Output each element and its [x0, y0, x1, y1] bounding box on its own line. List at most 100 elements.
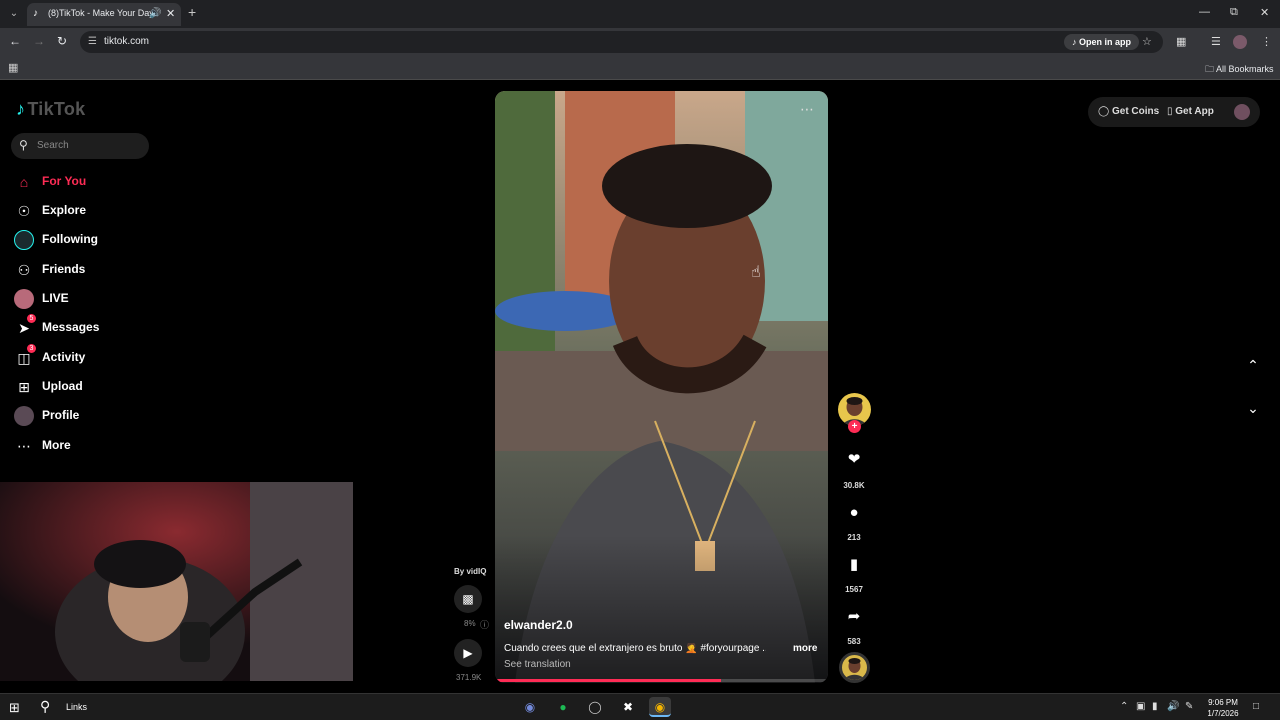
- user-avatar[interactable]: [1234, 104, 1250, 120]
- clock-date: 1/7/2026: [1207, 709, 1239, 718]
- windows-start-icon[interactable]: ⊞: [9, 700, 20, 716]
- reload-icon[interactable]: ↻: [57, 34, 67, 48]
- nav-for-you[interactable]: ⌂ For You: [14, 169, 174, 193]
- discord-icon[interactable]: ◉: [519, 697, 541, 717]
- get-coins-button[interactable]: ◯ Get Coins: [1098, 106, 1159, 117]
- webcam-overlay: [0, 482, 353, 681]
- tiktok-note-icon: ♪: [1072, 37, 1080, 47]
- spotify-icon[interactable]: ●: [552, 697, 574, 717]
- microphone-icon[interactable]: ▮: [1152, 701, 1158, 712]
- vidiq-stats-button[interactable]: ▩: [454, 585, 482, 613]
- nav-label: Upload: [42, 379, 83, 393]
- tray-chevron-up-icon[interactable]: ⌃: [1120, 701, 1128, 712]
- site-info-icon[interactable]: ☰: [88, 36, 97, 47]
- nav-friends[interactable]: ⚇ Friends: [14, 257, 174, 281]
- following-avatar: [14, 230, 34, 250]
- video-frame: [495, 91, 828, 683]
- tab-audio-icon[interactable]: 🔊: [149, 8, 161, 19]
- previous-video-chevron-up-icon[interactable]: ⌃: [1243, 355, 1263, 375]
- all-bookmarks-label: All Bookmarks: [1216, 64, 1274, 74]
- upload-icon: ⊞: [18, 379, 30, 395]
- nav-profile[interactable]: Profile: [14, 403, 174, 427]
- all-bookmarks[interactable]: 🗀 All Bookmarks: [1205, 62, 1274, 78]
- video-caption: Cuando crees que el extranjero es bruto …: [504, 643, 766, 654]
- nav-messages[interactable]: ➤ 5 Messages: [14, 314, 174, 339]
- new-tab-button[interactable]: +: [188, 5, 196, 19]
- see-translation-link[interactable]: See translation: [504, 659, 571, 670]
- activity-badge: 3: [27, 344, 36, 353]
- tab-close-icon[interactable]: ✕: [166, 7, 175, 20]
- browser-menu-icon[interactable]: ⋮: [1261, 35, 1272, 48]
- taskbar-search-icon[interactable]: ⚲: [40, 698, 50, 715]
- header-actions: ◯ Get Coins ▯ Get App: [1088, 97, 1260, 127]
- search-placeholder: Search: [37, 140, 69, 151]
- bar-chart-icon: ▩: [462, 592, 474, 606]
- info-icon[interactable]: ⓘ: [480, 618, 489, 631]
- video-author[interactable]: elwander2.0: [504, 618, 573, 632]
- folder-icon: 🗀: [1205, 64, 1217, 74]
- tiktok-favicon-icon: ♪: [33, 8, 38, 19]
- save-count: 1567: [845, 585, 863, 594]
- address-bar[interactable]: ☰ tiktok.com ♪ Open in app ☆: [80, 31, 1163, 53]
- logo-text: TikTok: [27, 99, 86, 119]
- video-progress-track[interactable]: [495, 679, 828, 682]
- nav-more[interactable]: ⋯ More: [14, 433, 174, 457]
- open-in-app-button[interactable]: ♪ Open in app: [1064, 34, 1140, 50]
- extensions-icon[interactable]: ▦: [1176, 35, 1186, 48]
- bookmark-star-icon[interactable]: ☆: [1142, 35, 1152, 48]
- nav-explore[interactable]: ☉ Explore: [14, 198, 174, 222]
- get-app-label: Get App: [1175, 106, 1214, 117]
- forward-icon[interactable]: →: [33, 34, 45, 48]
- taskbar-clock[interactable]: 9:06 PM 1/7/2026: [1200, 697, 1246, 719]
- share-arrow-icon[interactable]: ➦: [840, 603, 868, 631]
- vidiq-views: 371.9K: [456, 673, 482, 682]
- search-input[interactable]: ⚲ Search: [11, 133, 149, 159]
- volume-icon[interactable]: 🔊: [1167, 701, 1179, 712]
- taskbar-links[interactable]: Links: [66, 702, 87, 712]
- video-more-icon[interactable]: ⋯: [800, 101, 815, 118]
- tiktok-page: ♪ TikTok ⚲ Search ⌂ For You ☉ Explore Fol…: [0, 80, 1280, 693]
- like-heart-icon[interactable]: ❤: [840, 446, 868, 474]
- open-in-app-label: Open in app: [1079, 37, 1132, 47]
- minimize-icon[interactable]: —: [1199, 6, 1210, 18]
- messages-badge: 5: [27, 314, 36, 323]
- back-icon[interactable]: ←: [9, 34, 21, 48]
- nav-upload[interactable]: ⊞ Upload: [14, 374, 174, 398]
- comment-icon[interactable]: ●: [840, 499, 868, 527]
- apps-grid-icon[interactable]: ▦: [8, 61, 18, 74]
- follow-button[interactable]: +: [848, 420, 861, 433]
- vidiq-label: By vidIQ: [454, 567, 487, 576]
- network-icon[interactable]: ▣: [1136, 701, 1145, 712]
- nav-following[interactable]: Following: [14, 227, 174, 251]
- tiktok-logo-icon: ♪: [16, 99, 26, 119]
- music-disc[interactable]: [839, 652, 870, 683]
- nav-live[interactable]: LIVE: [14, 286, 174, 310]
- get-app-button[interactable]: ▯ Get App: [1167, 106, 1214, 117]
- search-icon: ⚲: [19, 138, 28, 152]
- pen-icon[interactable]: ✎: [1185, 701, 1193, 712]
- notifications-icon[interactable]: □: [1253, 701, 1259, 712]
- browser-tab[interactable]: ♪ (8)TikTok - Make Your Day 🔊 ✕: [27, 3, 181, 26]
- restore-icon[interactable]: ⧉: [1230, 6, 1238, 19]
- coin-icon: ◯: [1098, 106, 1112, 117]
- tiktok-logo[interactable]: ♪ TikTok: [16, 99, 85, 120]
- next-video-chevron-down-icon[interactable]: ⌄: [1243, 398, 1263, 418]
- profile-avatar[interactable]: [1233, 35, 1247, 49]
- caption-more-button[interactable]: more: [793, 643, 817, 654]
- obs-icon[interactable]: ◯: [584, 697, 606, 717]
- chrome-icon[interactable]: ◉: [649, 697, 671, 717]
- nav-label: For You: [42, 174, 87, 188]
- url-text[interactable]: tiktok.com: [104, 36, 149, 47]
- play-button[interactable]: ▶: [454, 639, 482, 667]
- browser-toolbar: ← → ↻ ☰ tiktok.com ♪ Open in app ☆ ▦ ☰ ⋮: [0, 28, 1280, 56]
- bookmark-icon[interactable]: ▮: [840, 551, 868, 579]
- tab-search-chevron-icon[interactable]: ⌄: [6, 6, 22, 22]
- window-close-icon[interactable]: ✕: [1260, 6, 1269, 19]
- nav-label: More: [42, 438, 71, 452]
- media-controls-icon[interactable]: ☰: [1211, 35, 1221, 48]
- tab-title: (8)TikTok - Make Your Day: [48, 8, 154, 18]
- video-player[interactable]: ⋯ ☝ elwander2.0 Cuando crees que el extr…: [495, 91, 828, 683]
- nav-activity[interactable]: ◫ 3 Activity: [14, 344, 174, 369]
- capcut-icon[interactable]: ✖: [617, 697, 639, 717]
- nav-label: Following: [42, 232, 98, 246]
